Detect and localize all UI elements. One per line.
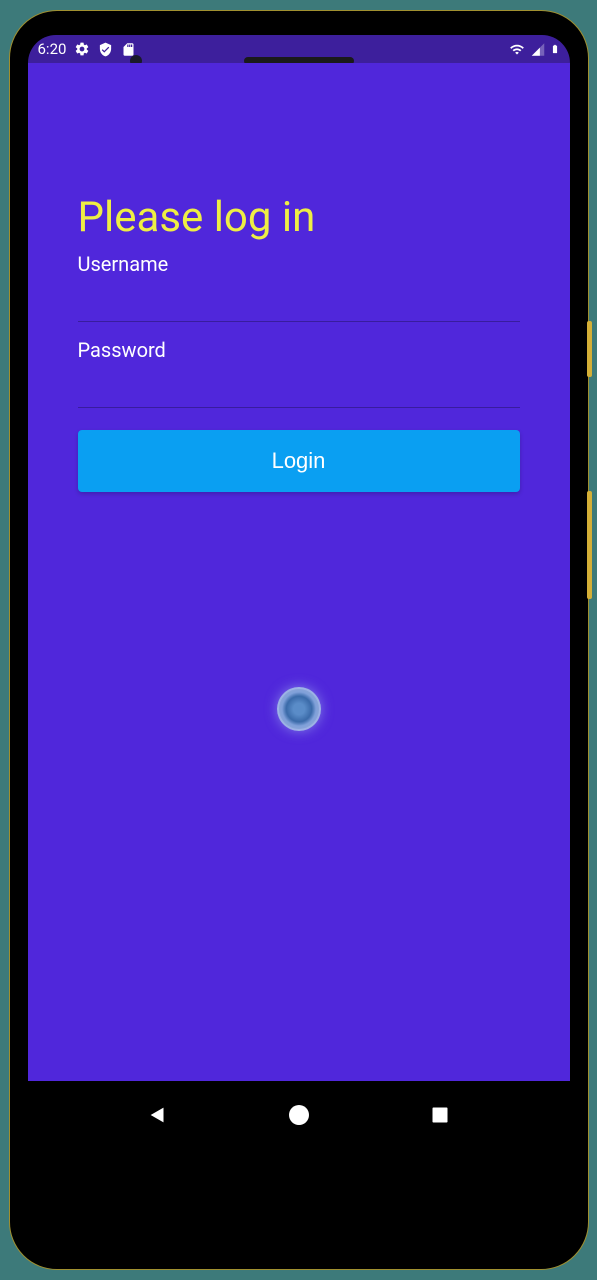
shield-icon xyxy=(98,42,113,57)
password-input[interactable] xyxy=(78,366,520,408)
home-button[interactable] xyxy=(287,1103,311,1127)
bottom-bezel xyxy=(28,1149,570,1245)
recents-button[interactable] xyxy=(430,1105,450,1125)
navigation-bar xyxy=(28,1081,570,1149)
username-label: Username xyxy=(78,252,520,276)
username-input[interactable] xyxy=(78,280,520,322)
volume-button[interactable] xyxy=(587,491,592,599)
settings-icon xyxy=(74,41,90,57)
status-left: 6:20 xyxy=(38,40,137,58)
signal-icon xyxy=(530,42,546,57)
battery-icon xyxy=(550,41,560,57)
power-button[interactable] xyxy=(587,321,592,377)
page-title: Please log in xyxy=(78,193,520,242)
back-button[interactable] xyxy=(147,1104,169,1126)
status-right xyxy=(508,41,560,57)
wifi-icon xyxy=(508,42,526,57)
app-content: Please log in Username Password Login xyxy=(28,63,570,1081)
screen: 6:20 xyxy=(28,35,570,1245)
password-label: Password xyxy=(78,338,520,362)
assistant-orb-icon[interactable] xyxy=(277,687,321,731)
status-time: 6:20 xyxy=(38,40,67,58)
phone-frame: 6:20 xyxy=(9,10,589,1270)
login-button[interactable]: Login xyxy=(78,430,520,492)
